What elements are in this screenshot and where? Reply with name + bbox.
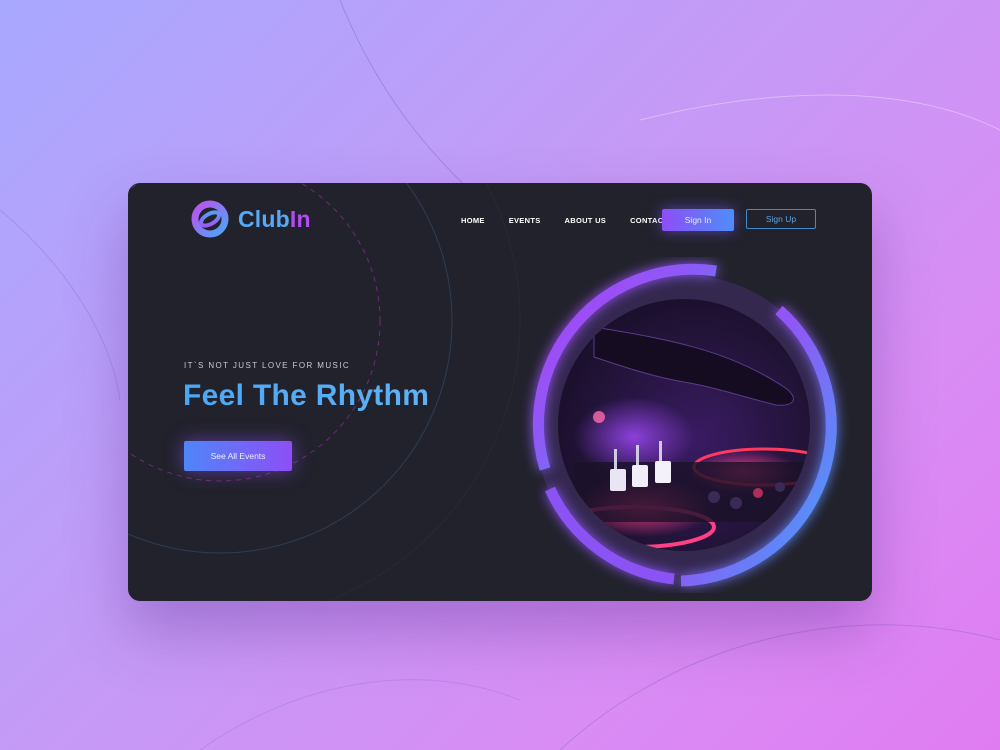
nav-about-us[interactable]: ABOUT US: [565, 216, 607, 225]
hero-ring-graphic: [533, 263, 837, 587]
nav-home[interactable]: HOME: [461, 216, 485, 225]
hero-headline: Feel The Rhythm: [183, 379, 430, 412]
see-all-events-button[interactable]: See All Events: [184, 441, 292, 471]
brand-name-part1: Club: [238, 205, 290, 232]
landing-card: ClubIn HOME EVENTS ABOUT US CONTACT Sign…: [128, 183, 872, 601]
hero-visual: [514, 257, 850, 593]
brand-name: ClubIn: [238, 206, 311, 233]
sign-up-button[interactable]: Sign Up: [746, 209, 816, 229]
main-nav: HOME EVENTS ABOUT US CONTACT: [461, 216, 692, 225]
brand-logo[interactable]: ClubIn: [188, 197, 311, 241]
hero-eyebrow: IT`S NOT JUST LOVE FOR MUSIC: [184, 361, 351, 370]
brand-name-part2: In: [289, 205, 311, 232]
ring-logo-icon: [191, 200, 229, 238]
nav-events[interactable]: EVENTS: [509, 216, 541, 225]
sign-in-button[interactable]: Sign In: [662, 209, 734, 231]
